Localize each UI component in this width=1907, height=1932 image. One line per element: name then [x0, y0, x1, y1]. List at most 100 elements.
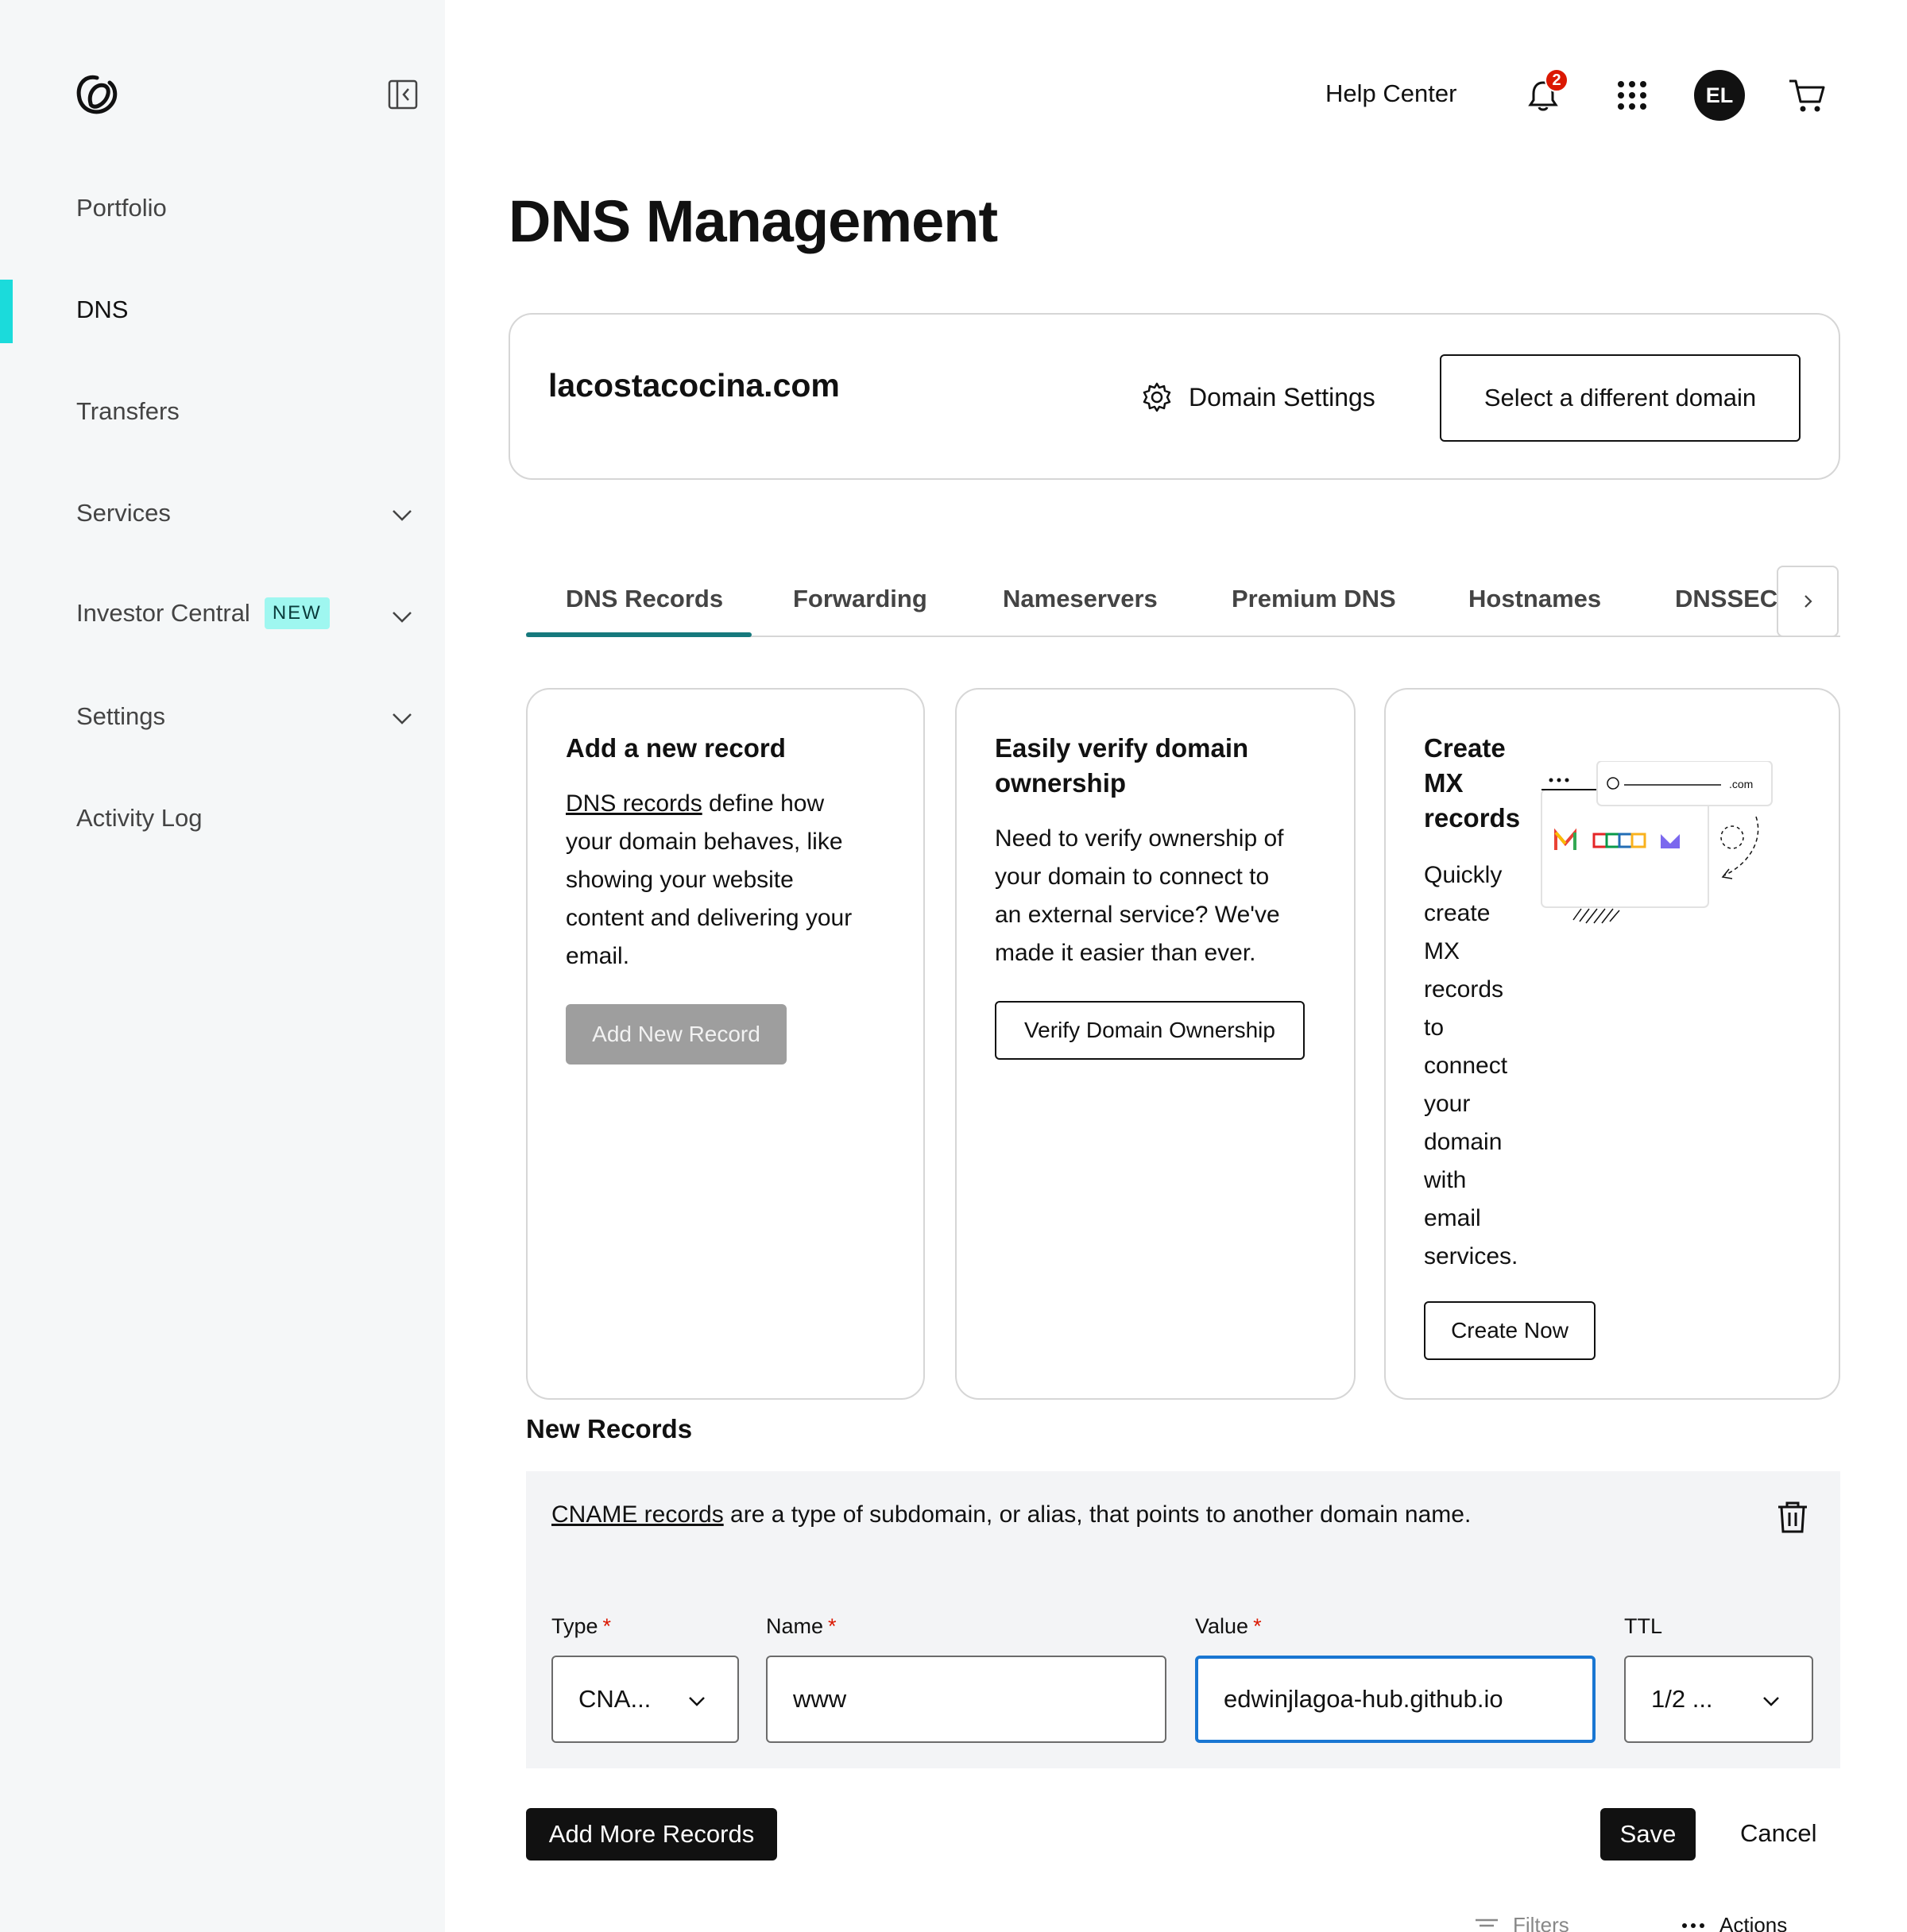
new-badge: NEW: [264, 597, 330, 629]
sidebar-item-investor-central[interactable]: Investor Central NEW: [76, 597, 330, 629]
chevron-down-icon: [1763, 1697, 1779, 1706]
sidebar-item-transfers[interactable]: Transfers: [76, 397, 180, 426]
card-text-line: an external service? We've: [995, 902, 1280, 928]
tab-hostnames[interactable]: Hostnames: [1468, 585, 1601, 613]
tabs-scroll-right-button[interactable]: [1777, 566, 1839, 637]
sidebar-item-label: Transfers: [76, 397, 180, 425]
sidebar-item-activity-log[interactable]: Activity Log: [76, 804, 203, 833]
actions-button[interactable]: Actions: [1681, 1913, 1787, 1932]
notification-badge: 2: [1545, 68, 1569, 92]
required-mark: *: [828, 1614, 837, 1638]
chevron-down-icon[interactable]: [389, 705, 415, 731]
more-dots-icon: [1682, 1922, 1704, 1928]
chevron-right-icon: [1804, 595, 1812, 608]
ttl-select[interactable]: 1/2 ...: [1624, 1656, 1813, 1743]
chevron-down-icon[interactable]: [389, 502, 415, 527]
card-title-line: MX: [1424, 768, 1464, 798]
new-record-form: CNAME records are a type of subdomain, o…: [526, 1471, 1840, 1768]
card-text-line: connect: [1424, 1053, 1508, 1079]
dns-tabs: DNS Records Forwarding Nameservers Premi…: [526, 566, 1840, 637]
sidebar-item-portfolio[interactable]: Portfolio: [76, 194, 167, 222]
card-text-line: content and delivering your: [566, 905, 853, 931]
verify-domain-ownership-button[interactable]: Verify Domain Ownership: [995, 1001, 1305, 1060]
card-text-line: email: [1424, 1205, 1481, 1231]
add-more-records-button[interactable]: Add More Records: [526, 1808, 777, 1861]
card-text-line: MX: [1424, 938, 1460, 964]
dns-records-link[interactable]: DNS records: [566, 790, 702, 817]
card-title-line: Create: [1424, 733, 1506, 763]
save-button[interactable]: Save: [1600, 1808, 1696, 1861]
create-mx-card: Create MX records Quickly create MX reco…: [1384, 688, 1840, 1400]
domain-selector-panel: lacostacocina.com Domain Settings Select…: [509, 313, 1840, 480]
avatar[interactable]: EL: [1694, 70, 1745, 121]
help-center-link[interactable]: Help Center: [1325, 79, 1456, 108]
collapse-sidebar-icon[interactable]: [388, 79, 418, 110]
tab-dnssec[interactable]: DNSSEC: [1675, 585, 1777, 613]
illustration-suffix: .com: [1729, 778, 1753, 790]
name-label: Name *: [766, 1614, 837, 1639]
trash-icon[interactable]: [1775, 1500, 1810, 1535]
domain-name: lacostacocina.com: [548, 367, 840, 404]
card-title-line: ownership: [995, 768, 1127, 798]
card-text-line: Need to verify ownership of: [995, 825, 1284, 852]
card-text-line: domain: [1424, 1129, 1503, 1155]
sidebar-item-label: Portfolio: [76, 194, 167, 222]
email-services-illustration-icon: .com: [1541, 761, 1773, 924]
filters-label: Filters: [1513, 1913, 1569, 1932]
select-different-domain-button[interactable]: Select a different domain: [1440, 354, 1801, 442]
actions-label: Actions: [1719, 1913, 1788, 1932]
filter-icon: [1476, 1918, 1498, 1926]
filters-button[interactable]: Filters: [1475, 1913, 1569, 1932]
add-new-record-button[interactable]: Add New Record: [566, 1004, 787, 1065]
card-text-line: to: [1424, 1014, 1445, 1041]
tab-dns-records[interactable]: DNS Records: [566, 585, 723, 613]
name-label-text: Name: [766, 1614, 824, 1638]
tab-forwarding[interactable]: Forwarding: [793, 585, 927, 613]
verify-ownership-card: Easily verify domain ownership Need to v…: [955, 688, 1356, 1400]
active-tab-indicator: [526, 632, 752, 637]
sidebar-item-label: Services: [76, 499, 171, 527]
card-text-line: with: [1424, 1167, 1467, 1193]
sidebar-item-label: Settings: [76, 702, 166, 730]
apps-grid-icon[interactable]: [1616, 79, 1648, 111]
card-text-line: DNS records define how: [566, 785, 824, 823]
chevron-down-icon[interactable]: [389, 604, 415, 629]
create-now-button[interactable]: Create Now: [1424, 1301, 1596, 1360]
card-title-line: records: [1424, 803, 1521, 833]
card-text-line: your domain to connect to: [995, 864, 1270, 890]
gear-icon: [1143, 382, 1171, 412]
domain-settings-label: Domain Settings: [1189, 382, 1375, 412]
sidebar-item-label: DNS: [76, 296, 129, 323]
record-description: CNAME records are a type of subdomain, o…: [551, 1501, 1471, 1528]
value-input[interactable]: edwinjlagoa-hub.github.io: [1195, 1656, 1596, 1743]
cancel-button[interactable]: Cancel: [1740, 1819, 1817, 1848]
card-text: define how: [702, 790, 825, 817]
tab-premium-dns[interactable]: Premium DNS: [1232, 585, 1396, 613]
type-select[interactable]: CNA...: [551, 1656, 739, 1743]
godaddy-logo-icon[interactable]: [73, 71, 121, 119]
name-input[interactable]: www: [766, 1656, 1166, 1743]
type-label: Type *: [551, 1614, 611, 1639]
cname-records-link[interactable]: CNAME records: [551, 1501, 724, 1528]
ttl-label: TTL: [1624, 1614, 1663, 1638]
chevron-down-icon: [689, 1697, 705, 1706]
value-label-text: Value: [1195, 1614, 1249, 1638]
sidebar-item-services[interactable]: Services: [76, 499, 171, 527]
type-select-value: CNA...: [578, 1685, 652, 1713]
page-title: DNS Management: [509, 188, 998, 254]
card-title: Add a new record: [566, 733, 786, 763]
card-text-line: your: [1424, 1091, 1471, 1117]
card-text-line: Quickly: [1424, 862, 1503, 888]
value-label: Value *: [1195, 1614, 1262, 1639]
card-text-line: create: [1424, 900, 1491, 926]
card-text-line: email.: [566, 943, 630, 969]
sidebar-item-dns[interactable]: DNS: [76, 296, 128, 324]
ttl-select-value: 1/2 ...: [1651, 1685, 1713, 1713]
domain-settings-button[interactable]: Domain Settings: [1141, 381, 1375, 413]
tab-nameservers[interactable]: Nameservers: [1003, 585, 1158, 613]
type-label-text: Type: [551, 1614, 598, 1638]
card-text-line: showing your website: [566, 867, 794, 893]
cart-icon[interactable]: [1788, 78, 1826, 114]
sidebar-item-settings[interactable]: Settings: [76, 702, 165, 731]
record-description-text: are a type of subdomain, or alias, that …: [723, 1501, 1472, 1528]
